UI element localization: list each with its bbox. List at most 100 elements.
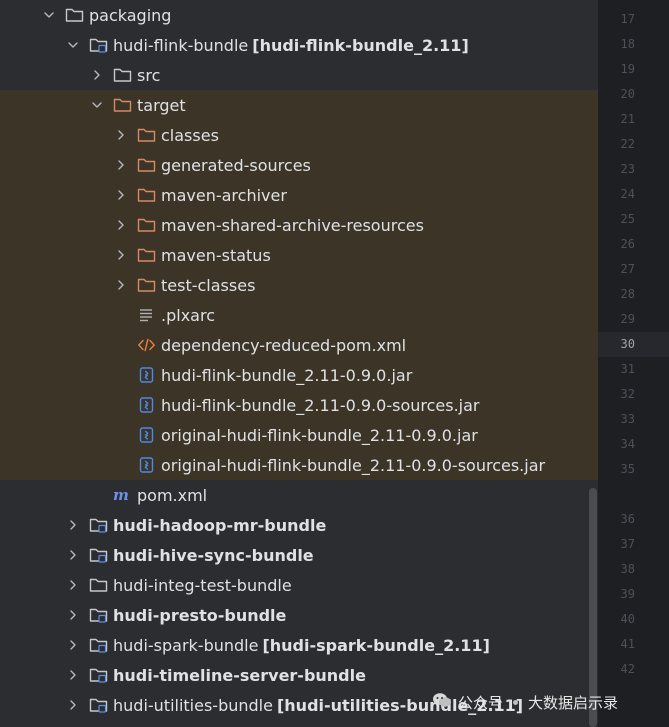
chevron-right-icon[interactable] bbox=[114, 278, 128, 292]
tree-node[interactable]: test-classes bbox=[0, 270, 598, 300]
line-number: 37 bbox=[620, 537, 635, 551]
tree-node-label: test-classes bbox=[161, 275, 256, 295]
module-folder-icon bbox=[89, 606, 108, 624]
tree-node-label: hudi-flink-bundle_2.11-0.9.0.jar bbox=[161, 365, 413, 385]
tree-node[interactable]: .plxarc bbox=[0, 300, 598, 330]
tree-node-label: maven-shared-archive-resources bbox=[161, 215, 424, 235]
chevron-right-icon[interactable] bbox=[114, 158, 128, 172]
tree-node-label: src bbox=[137, 65, 161, 85]
module-folder-icon bbox=[89, 36, 108, 54]
tree-node[interactable]: packaging bbox=[0, 0, 598, 30]
jar-file-icon bbox=[137, 366, 156, 384]
tree-node[interactable]: hudi-spark-bundle [hudi-spark-bundle_2.11… bbox=[0, 630, 598, 660]
excluded-folder-icon bbox=[137, 246, 156, 264]
tree-node-label: generated-sources bbox=[161, 155, 311, 175]
chevron-right-icon[interactable] bbox=[90, 68, 104, 82]
chevron-right-icon[interactable] bbox=[66, 518, 80, 532]
module-folder-icon bbox=[89, 516, 108, 534]
line-number: 31 bbox=[620, 362, 635, 376]
line-number: 30 bbox=[620, 337, 635, 351]
tree-node-label: pom.xml bbox=[137, 485, 208, 505]
tree-node-label: hudi-timeline-server-bundle bbox=[113, 665, 366, 685]
tree-node[interactable]: src bbox=[0, 60, 598, 90]
tree-node[interactable]: hudi-flink-bundle_2.11-0.9.0.jar bbox=[0, 360, 598, 390]
chevron-right-icon[interactable] bbox=[66, 578, 80, 592]
tree-node[interactable]: hudi-hive-sync-bundle bbox=[0, 540, 598, 570]
chevron-right-icon[interactable] bbox=[66, 548, 80, 562]
chevron-right-icon[interactable] bbox=[114, 218, 128, 232]
chevron-right-icon[interactable] bbox=[114, 188, 128, 202]
folder-icon bbox=[65, 6, 84, 24]
module-folder-icon bbox=[89, 546, 108, 564]
chevron-right-icon[interactable] bbox=[114, 248, 128, 262]
line-number: 27 bbox=[620, 262, 635, 276]
chevron-right-icon[interactable] bbox=[66, 698, 80, 712]
line-number: 19 bbox=[620, 62, 635, 76]
line-number: 25 bbox=[620, 212, 635, 226]
line-number: 18 bbox=[620, 37, 635, 51]
excluded-folder-icon bbox=[137, 216, 156, 234]
line-number: 32 bbox=[620, 387, 635, 401]
tree-node[interactable]: hudi-presto-bundle bbox=[0, 600, 598, 630]
module-folder-icon bbox=[89, 636, 108, 654]
wechat-icon bbox=[432, 692, 452, 712]
line-number: 35 bbox=[620, 462, 635, 476]
line-number: 38 bbox=[620, 562, 635, 576]
tree-node[interactable]: dependency-reduced-pom.xml bbox=[0, 330, 598, 360]
tree-node[interactable]: hudi-timeline-server-bundle bbox=[0, 660, 598, 690]
line-number: 26 bbox=[620, 237, 635, 251]
chevron-right-icon[interactable] bbox=[66, 638, 80, 652]
line-number: 29 bbox=[620, 312, 635, 326]
jar-file-icon bbox=[137, 396, 156, 414]
module-folder-icon bbox=[89, 666, 108, 684]
tree-node-label: hudi-flink-bundle_2.11-0.9.0-sources.jar bbox=[161, 395, 480, 415]
line-number: 28 bbox=[620, 287, 635, 301]
chevron-right-icon[interactable] bbox=[66, 608, 80, 622]
excluded-folder-icon bbox=[137, 186, 156, 204]
tree-node-label: hudi-hive-sync-bundle bbox=[113, 545, 314, 565]
jar-file-icon bbox=[137, 426, 156, 444]
tree-node-label: hudi-utilities-bundle bbox=[113, 695, 273, 715]
watermark: 公众号 大数据启示录 bbox=[432, 690, 618, 714]
jar-file-icon bbox=[137, 456, 156, 474]
tree-node[interactable]: m pom.xml bbox=[0, 480, 598, 510]
chevron-down-icon[interactable] bbox=[42, 8, 56, 22]
line-number: 36 bbox=[620, 512, 635, 526]
line-number: 17 bbox=[620, 12, 635, 26]
tree-node-label: maven-status bbox=[161, 245, 271, 265]
tree-node[interactable]: hudi-flink-bundle_2.11-0.9.0-sources.jar bbox=[0, 390, 598, 420]
tree-node[interactable]: maven-shared-archive-resources bbox=[0, 210, 598, 240]
tree-node[interactable]: hudi-flink-bundle [hudi-flink-bundle_2.11… bbox=[0, 30, 598, 60]
tree-node-label: classes bbox=[161, 125, 219, 145]
line-number bbox=[595, 482, 635, 507]
chevron-down-icon[interactable] bbox=[66, 38, 80, 52]
tree-node[interactable]: maven-archiver bbox=[0, 180, 598, 210]
tree-node-label: hudi-spark-bundle bbox=[113, 635, 259, 655]
tree-node-label: target bbox=[137, 95, 186, 115]
watermark-separator bbox=[513, 699, 519, 705]
artifact-id-label: [hudi-spark-bundle_2.11] bbox=[262, 635, 490, 655]
excluded-folder-icon bbox=[137, 126, 156, 144]
tree-node[interactable]: hudi-hadoop-mr-bundle bbox=[0, 510, 598, 540]
excluded-folder-icon bbox=[137, 156, 156, 174]
tree-node[interactable]: original-hudi-flink-bundle_2.11-0.9.0.ja… bbox=[0, 420, 598, 450]
tree-node[interactable]: generated-sources bbox=[0, 150, 598, 180]
tree-node[interactable]: maven-status bbox=[0, 240, 598, 270]
svg-text:m: m bbox=[113, 487, 129, 503]
tree-node[interactable]: hudi-integ-test-bundle bbox=[0, 570, 598, 600]
tree-node-label: hudi-presto-bundle bbox=[113, 605, 287, 625]
maven-pom-icon: m bbox=[113, 486, 132, 504]
chevron-right-icon[interactable] bbox=[114, 128, 128, 142]
tree-node[interactable]: target bbox=[0, 90, 598, 120]
line-number: 20 bbox=[620, 87, 635, 101]
tree-node[interactable]: classes bbox=[0, 120, 598, 150]
folder-icon bbox=[89, 576, 108, 594]
tree-node-label: hudi-flink-bundle bbox=[113, 35, 249, 55]
line-number: 33 bbox=[620, 412, 635, 426]
tree-node-label: dependency-reduced-pom.xml bbox=[161, 335, 407, 355]
tree-node-label: original-hudi-flink-bundle_2.11-0.9.0.ja… bbox=[161, 425, 478, 445]
chevron-right-icon[interactable] bbox=[66, 668, 80, 682]
tree-node-label: .plxarc bbox=[161, 305, 215, 325]
tree-node[interactable]: original-hudi-flink-bundle_2.11-0.9.0-so… bbox=[0, 450, 598, 480]
chevron-down-icon[interactable] bbox=[90, 98, 104, 112]
